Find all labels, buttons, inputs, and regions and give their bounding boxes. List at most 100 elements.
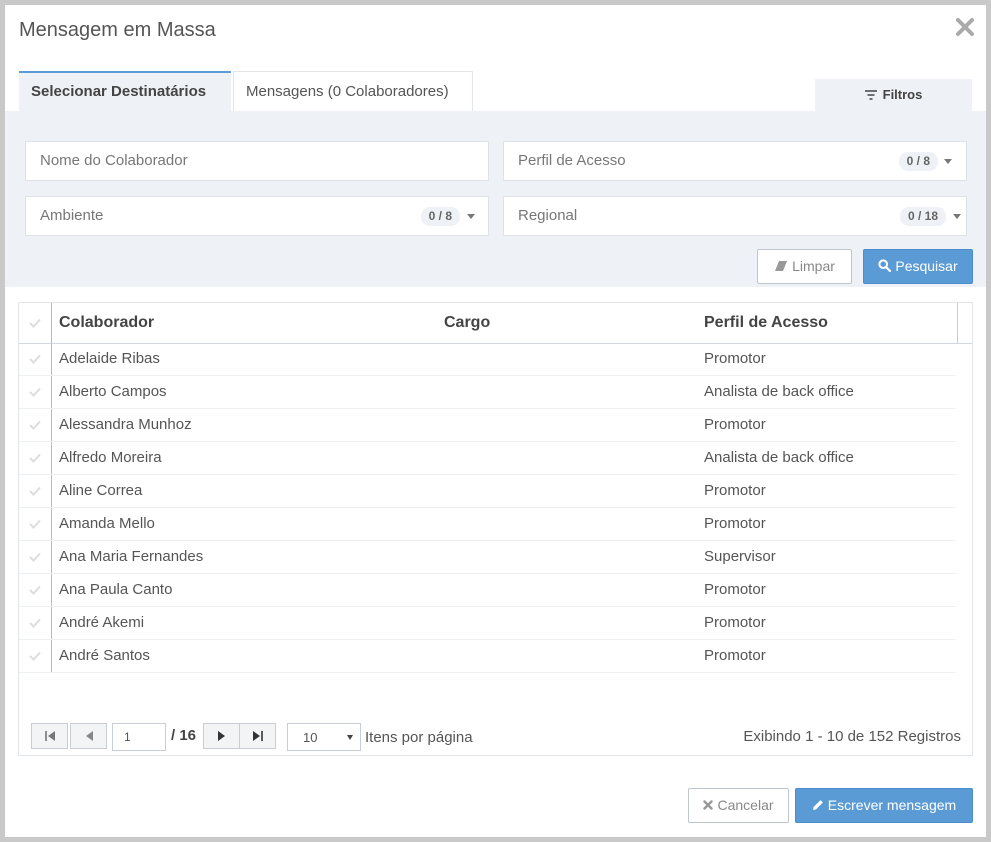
filters-label: Filtros [882, 87, 923, 102]
pesquisar-label: Pesquisar [895, 258, 958, 274]
next-page-button[interactable] [203, 723, 240, 749]
cell-colaborador: André Akemi [59, 614, 145, 631]
page-number-input[interactable]: 1 [112, 723, 166, 751]
regional-count-badge: 0 / 18 [899, 207, 946, 226]
regional-label: Regional [518, 207, 578, 224]
ambiente-count-badge: 0 / 8 [420, 207, 460, 226]
limpar-button[interactable]: Limpar [757, 249, 852, 284]
next-page-icon [217, 731, 225, 741]
cancelar-label: Cancelar [717, 797, 774, 813]
page-size-value: 10 [303, 730, 318, 745]
cell-perfil-acesso: Promotor [704, 350, 766, 367]
table-row[interactable]: André Akemi Promotor [19, 607, 956, 640]
page-total: / 16 [171, 727, 197, 744]
records-info: Exibindo 1 - 10 de 152 Registros [743, 728, 961, 745]
row-checkbox[interactable] [19, 574, 52, 606]
filter-icon [864, 89, 877, 100]
check-icon [29, 519, 41, 529]
cell-perfil-acesso: Analista de back office [704, 383, 854, 400]
row-checkbox[interactable] [19, 541, 52, 573]
grid-header: Colaborador Cargo Perfil de Acesso [19, 303, 972, 344]
table-row[interactable]: Aline Correa Promotor [19, 475, 956, 508]
row-checkbox[interactable] [19, 442, 52, 474]
dialog-title: Mensagem em Massa [19, 19, 216, 41]
limpar-label: Limpar [792, 258, 835, 274]
cell-perfil-acesso: Promotor [704, 581, 766, 598]
column-header-cargo[interactable]: Cargo [444, 303, 490, 343]
tab-mensagens[interactable]: Mensagens (0 Colaboradores) [233, 71, 473, 111]
cell-perfil-acesso: Promotor [704, 482, 766, 499]
ambiente-label: Ambiente [40, 207, 104, 224]
cell-colaborador: Amanda Mello [59, 515, 155, 532]
column-header-perfil-acesso[interactable]: Perfil de Acesso [704, 303, 828, 343]
table-row[interactable]: André Santos Promotor [19, 640, 956, 673]
row-checkbox[interactable] [19, 607, 52, 639]
row-checkbox[interactable] [19, 343, 52, 375]
escrever-mensagem-button[interactable]: Escrever mensagem [795, 788, 973, 823]
cancelar-button[interactable]: Cancelar [688, 788, 789, 823]
cell-colaborador: Ana Maria Fernandes [59, 548, 204, 565]
table-row[interactable]: Alessandra Munhoz Promotor [19, 409, 956, 442]
check-icon [29, 318, 41, 328]
last-page-icon [252, 731, 263, 741]
table-row[interactable]: Alberto Campos Analista de back office [19, 376, 956, 409]
cell-perfil-acesso: Promotor [704, 416, 766, 433]
chevron-down-icon [467, 214, 475, 219]
perfil-acesso-label: Perfil de Acesso [518, 152, 626, 169]
cell-colaborador: Alfredo Moreira [59, 449, 162, 466]
mass-message-dialog: Mensagem em Massa Selecionar Destinatári… [5, 5, 986, 837]
check-icon [29, 387, 41, 397]
pesquisar-button[interactable]: Pesquisar [863, 249, 973, 284]
last-page-button[interactable] [239, 723, 276, 749]
perfil-acesso-select[interactable]: Perfil de Acesso 0 / 8 [503, 141, 967, 181]
chevron-down-icon [944, 159, 952, 164]
row-checkbox[interactable] [19, 409, 52, 441]
close-icon[interactable] [954, 16, 976, 38]
row-checkbox[interactable] [19, 376, 52, 408]
first-page-icon [44, 731, 55, 741]
ambiente-select[interactable]: Ambiente 0 / 8 [25, 196, 489, 236]
search-icon [878, 259, 892, 273]
table-row[interactable]: Ana Paula Canto Promotor [19, 574, 956, 607]
cell-perfil-acesso: Analista de back office [704, 449, 854, 466]
check-icon [29, 486, 41, 496]
column-divider [957, 303, 958, 343]
filters-toggle-button[interactable]: Filtros [815, 79, 972, 111]
check-icon [29, 420, 41, 430]
row-checkbox[interactable] [19, 475, 52, 507]
prev-page-icon [85, 731, 93, 741]
column-header-colaborador[interactable]: Colaborador [59, 303, 154, 343]
filter-panel: Nome do Colaborador Perfil de Acesso 0 /… [5, 111, 986, 287]
table-row[interactable]: Ana Maria Fernandes Supervisor [19, 541, 956, 574]
check-icon [29, 453, 41, 463]
table-row[interactable]: Adelaide Ribas Promotor [19, 343, 956, 376]
row-checkbox[interactable] [19, 508, 52, 540]
cell-colaborador: Ana Paula Canto [59, 581, 173, 598]
table-row[interactable]: Alfredo Moreira Analista de back office [19, 442, 956, 475]
pager: 1 / 16 10 Itens por página Exibindo 1 - … [31, 723, 961, 751]
eraser-icon [775, 260, 788, 271]
close-icon [703, 800, 714, 810]
pencil-icon [812, 799, 823, 810]
cell-perfil-acesso: Promotor [704, 614, 766, 631]
table-row[interactable]: Amanda Mello Promotor [19, 508, 956, 541]
cell-colaborador: Alessandra Munhoz [59, 416, 192, 433]
check-icon [29, 585, 41, 595]
page-size-select[interactable]: 10 [287, 723, 361, 751]
chevron-down-icon [953, 214, 961, 219]
first-page-button[interactable] [31, 723, 68, 749]
nome-colaborador-input[interactable]: Nome do Colaborador [25, 141, 489, 181]
check-icon [29, 651, 41, 661]
nome-colaborador-placeholder: Nome do Colaborador [40, 152, 188, 169]
escrever-mensagem-label: Escrever mensagem [827, 797, 957, 813]
colaboradores-grid: Colaborador Cargo Perfil de Acesso Adela… [18, 302, 973, 756]
prev-page-button[interactable] [70, 723, 107, 749]
cell-perfil-acesso: Supervisor [704, 548, 776, 565]
regional-select[interactable]: Regional 0 / 18 [503, 196, 967, 236]
tab-selecionar-destinatarios[interactable]: Selecionar Destinatários [19, 71, 231, 111]
chevron-down-icon [347, 735, 353, 740]
cell-colaborador: Adelaide Ribas [59, 350, 160, 367]
cell-perfil-acesso: Promotor [704, 515, 766, 532]
select-all-checkbox[interactable] [19, 303, 52, 343]
row-checkbox[interactable] [19, 640, 52, 672]
